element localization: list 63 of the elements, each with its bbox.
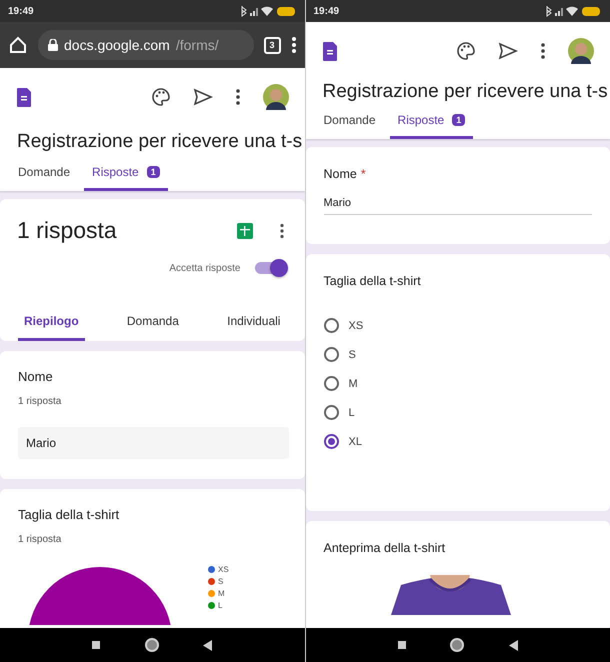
- tab[interactable]: Individuali: [221, 314, 286, 341]
- send-icon[interactable]: [498, 42, 518, 60]
- response-count: 1 risposta: [18, 534, 62, 545]
- recents-icon[interactable]: [398, 641, 406, 649]
- question-title: Nome *: [324, 167, 367, 181]
- form-title: Registrazione per ricevere una t-s: [16, 130, 304, 153]
- status-icons: [544, 5, 602, 17]
- menu-icon[interactable]: [290, 36, 296, 54]
- form-title: Registrazione per ricevere una t-s: [322, 80, 609, 103]
- status-time: 19:49: [8, 6, 34, 16]
- response-count: 1 risposta: [18, 396, 62, 407]
- palette-icon[interactable]: [456, 41, 476, 61]
- option-label: S: [348, 348, 356, 360]
- status-time: 19:49: [314, 6, 340, 16]
- radio-button[interactable]: [324, 347, 338, 362]
- option-label: XL: [348, 436, 362, 448]
- avatar[interactable]: [568, 38, 594, 64]
- forms-icon: [17, 88, 31, 106]
- radio-button[interactable]: [324, 405, 338, 420]
- more-icon[interactable]: [278, 222, 284, 238]
- palette-icon[interactable]: [150, 87, 170, 107]
- option-label: L: [348, 406, 355, 418]
- tab[interactable]: Domande: [316, 113, 384, 139]
- question-title: Taglia della t-shirt: [18, 507, 120, 522]
- option-label: XS: [348, 320, 364, 332]
- accept-toggle[interactable]: [254, 262, 284, 274]
- recents-icon[interactable]: [92, 641, 100, 649]
- option-label: M: [348, 378, 358, 390]
- home-icon[interactable]: [8, 35, 28, 55]
- status-icons: [238, 5, 296, 17]
- radio-button[interactable]: [324, 376, 338, 391]
- address-bar[interactable]: docs.google.com /forms/: [38, 30, 254, 60]
- response-count: 1 risposta: [17, 217, 117, 244]
- more-icon[interactable]: [234, 88, 240, 106]
- tab[interactable]: Domanda: [120, 314, 185, 341]
- legend-label: XS: [218, 565, 229, 574]
- question-title: Anteprima della t-shirt: [324, 541, 446, 555]
- back-icon[interactable]: [508, 640, 518, 650]
- answer-field[interactable]: Mario: [324, 197, 592, 215]
- legend-label: M: [218, 589, 225, 598]
- lock-icon: [48, 39, 58, 51]
- accept-responses-label: Accetta risposte: [169, 262, 240, 274]
- legend-label: L: [218, 601, 222, 610]
- send-icon[interactable]: [192, 88, 212, 106]
- tab-count[interactable]: 3: [264, 36, 280, 54]
- back-icon[interactable]: [203, 640, 212, 650]
- home-icon[interactable]: [450, 638, 464, 652]
- count-badge: 1: [146, 166, 160, 178]
- home-icon[interactable]: [144, 638, 159, 652]
- question-title: Nome: [18, 369, 54, 384]
- more-icon[interactable]: [540, 42, 546, 60]
- sheets-icon[interactable]: [236, 222, 252, 238]
- forms-icon: [322, 42, 336, 60]
- radio-button[interactable]: [324, 434, 338, 449]
- answer-text: Mario: [18, 427, 288, 459]
- tab[interactable]: Riepilogo: [18, 314, 85, 341]
- count-badge: 1: [452, 114, 466, 126]
- legend-label: S: [218, 577, 224, 586]
- question-title: Taglia della t-shirt: [324, 274, 422, 288]
- avatar[interactable]: [262, 84, 288, 110]
- required-marker: *: [360, 167, 366, 181]
- tab[interactable]: Domande: [10, 165, 78, 191]
- radio-button[interactable]: [324, 318, 338, 333]
